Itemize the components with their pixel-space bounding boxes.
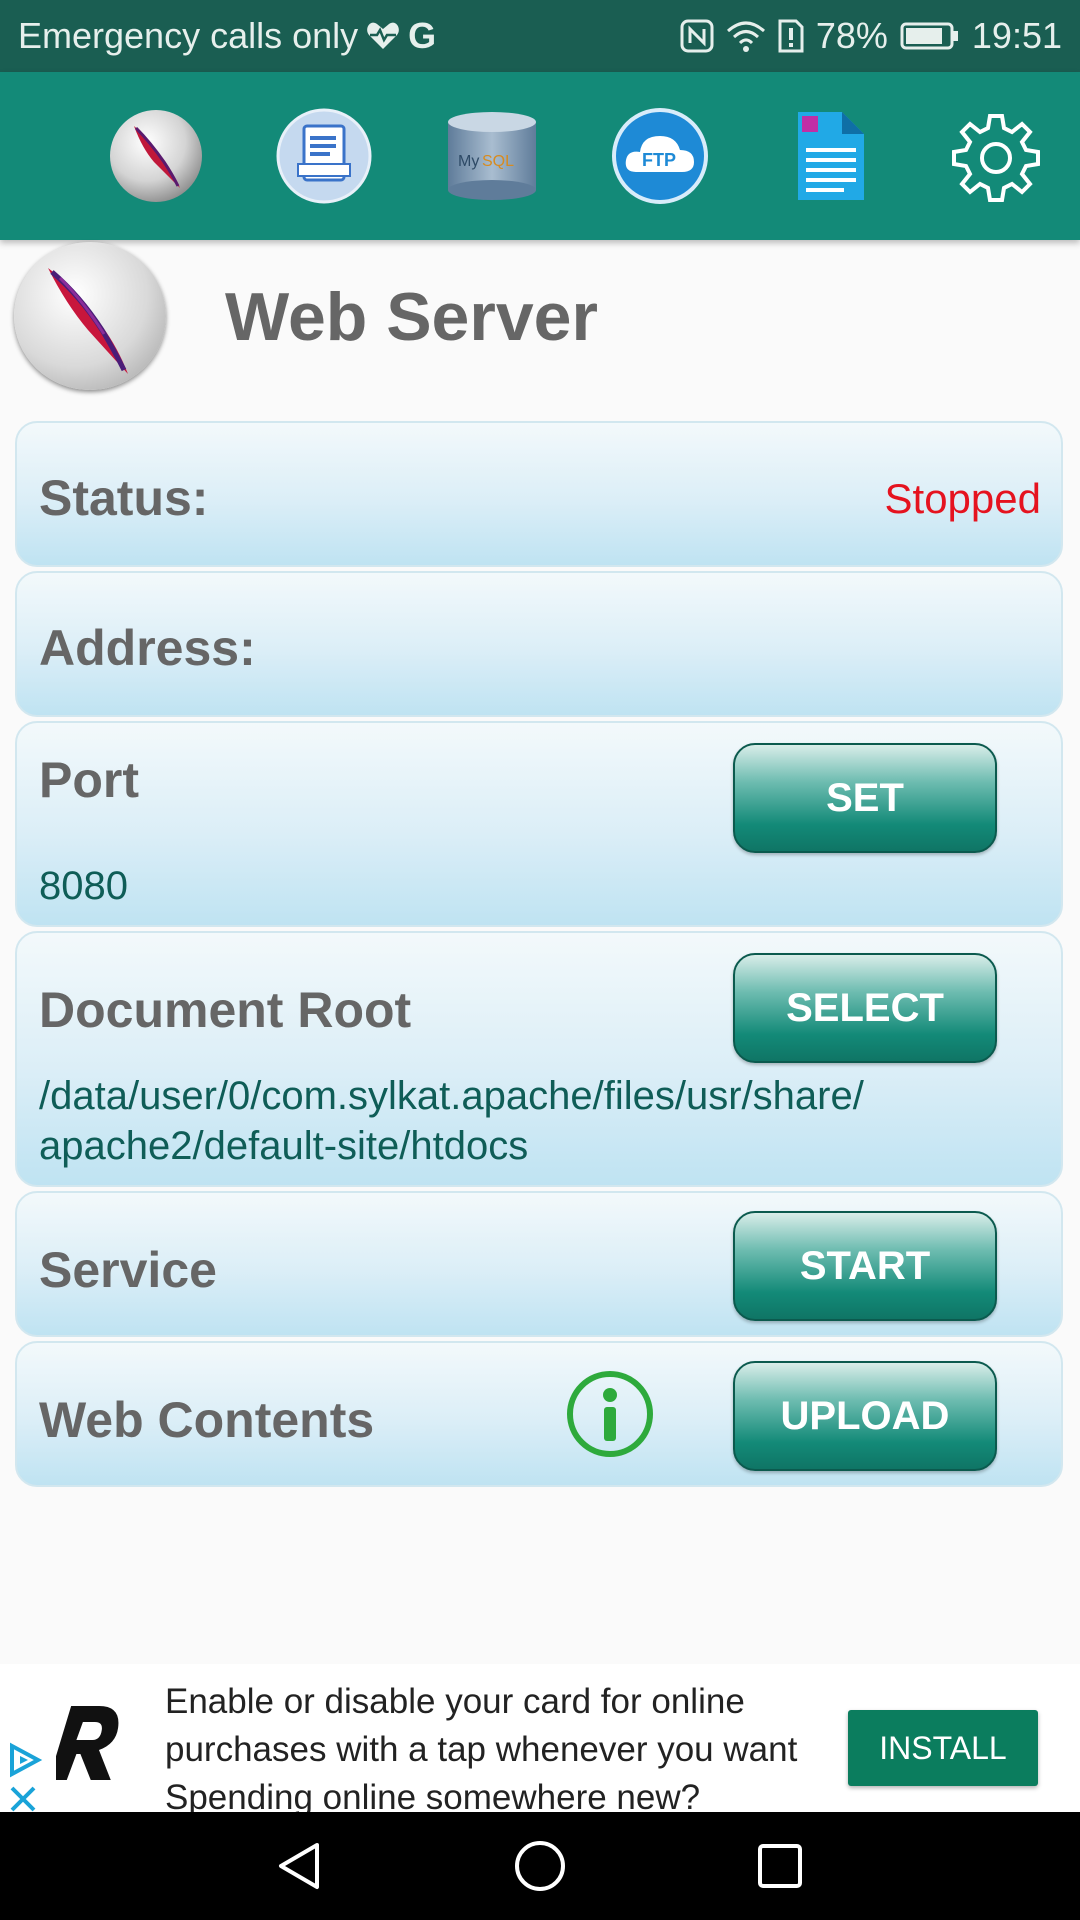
document-root-card: Document Root /data/user/0/com.sylkat.ap… <box>15 931 1063 1187</box>
file-icon <box>798 112 864 200</box>
status-label: Status: <box>39 470 209 526</box>
mysql-tab-button[interactable]: My SQL <box>444 108 540 204</box>
ad-text: Enable or disable your card for online p… <box>165 1678 835 1822</box>
apache-tab-button[interactable] <box>108 108 204 204</box>
status-card: Status: Stopped <box>15 421 1063 567</box>
advertiser-logo <box>48 1700 130 1784</box>
port-card: Port 8080 SET <box>15 721 1063 927</box>
info-icon[interactable] <box>565 1369 655 1459</box>
status-value: Stopped <box>884 475 1041 522</box>
logs-tab-button[interactable] <box>276 108 372 204</box>
upload-button[interactable]: UPLOAD <box>733 1361 997 1471</box>
page-header: Web Server <box>0 240 1080 410</box>
ftp-icon-label: FTP <box>642 150 676 170</box>
sim-alert-icon <box>778 19 804 53</box>
svg-text:SQL: SQL <box>482 153 514 170</box>
address-label: Address: <box>39 620 256 676</box>
nfc-icon <box>680 19 714 53</box>
back-icon[interactable] <box>270 1836 330 1896</box>
start-service-button[interactable]: START <box>733 1211 997 1321</box>
ftp-tab-button[interactable]: FTP <box>612 108 708 204</box>
page-title: Web Server <box>225 279 598 355</box>
service-label: Service <box>39 1242 217 1298</box>
select-root-button[interactable]: SELECT <box>733 953 997 1063</box>
ad-banner[interactable]: Enable or disable your card for online p… <box>0 1664 1080 1817</box>
install-button[interactable]: INSTALL <box>848 1710 1038 1786</box>
recents-icon[interactable] <box>750 1836 810 1896</box>
document-root-value: /data/user/0/com.sylkat.apache/files/usr… <box>39 1071 864 1171</box>
apache-logo <box>14 242 166 390</box>
set-port-button[interactable]: SET <box>733 743 997 853</box>
service-card: Service START <box>15 1191 1063 1337</box>
clock: 19:51 <box>971 15 1062 56</box>
ad-choices-icon[interactable] <box>4 1740 44 1780</box>
document-root-line-1: /data/user/0/com.sylkat.apache/files/usr… <box>39 1074 864 1118</box>
web-contents-card: Web Contents UPLOAD <box>15 1341 1063 1487</box>
feather-icon <box>48 268 128 374</box>
carrier-text: Emergency calls only <box>18 15 359 56</box>
battery-percent: 78% <box>815 15 888 56</box>
battery-icon <box>900 21 960 51</box>
home-icon[interactable] <box>510 1836 570 1896</box>
database-icon: My SQL <box>448 112 536 200</box>
editor-tab-button[interactable] <box>780 108 876 204</box>
address-card: Address: <box>15 571 1063 717</box>
gear-icon <box>952 114 1040 202</box>
document-root-label: Document Root <box>39 982 412 1038</box>
wifi-icon <box>726 19 766 53</box>
feather-icon <box>110 110 202 202</box>
status-bar: Emergency calls only G 78% 19:51 <box>0 0 1080 72</box>
ad-close-icon[interactable] <box>6 1786 40 1812</box>
ad-line-1: Enable or disable your card for online <box>165 1682 745 1721</box>
document-root-line-2: apache2/default-site/htdocs <box>39 1124 529 1168</box>
port-label: Port <box>39 752 139 808</box>
document-icon <box>276 108 372 204</box>
heart-pulse-icon <box>366 21 400 51</box>
network-type-text: G <box>408 15 437 56</box>
settings-tab-button[interactable] <box>948 108 1044 204</box>
cloud-ftp-icon: FTP <box>612 108 708 204</box>
svg-text:My: My <box>458 153 479 170</box>
ad-line-2: purchases with a tap whenever you want <box>165 1730 798 1769</box>
port-value: 8080 <box>39 864 128 908</box>
web-contents-label: Web Contents <box>39 1392 375 1448</box>
top-toolbar: My SQL FTP <box>0 72 1080 240</box>
navigation-bar <box>0 1812 1080 1920</box>
